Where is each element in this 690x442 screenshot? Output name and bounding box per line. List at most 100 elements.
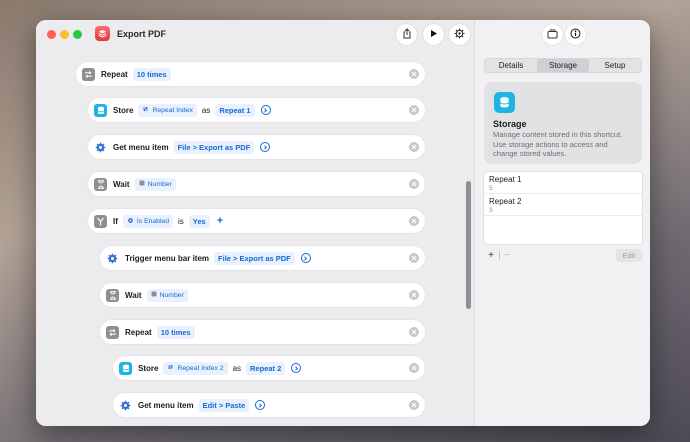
run-button[interactable] (423, 24, 444, 45)
actions-list[interactable]: Repeat 10 times Store Repeat Index as Re… (36, 50, 474, 426)
hourglass-icon (94, 177, 107, 191)
database-icon (94, 103, 107, 117)
repeat-count-token[interactable]: 10 times (132, 67, 171, 81)
add-condition-button[interactable]: + (217, 215, 223, 227)
storage-item[interactable]: Repeat 1 5 (484, 172, 642, 194)
minimize-window-button[interactable] (60, 30, 69, 39)
close-icon (411, 364, 417, 373)
action-store[interactable]: Store Repeat Index as Repeat 1 (88, 98, 425, 122)
delete-action-button[interactable] (409, 142, 419, 152)
action-label: Wait (125, 290, 142, 300)
variable-label: Repeat Index (152, 106, 193, 114)
close-icon (411, 106, 417, 115)
action-label: Get menu item (138, 400, 194, 410)
action-label: Store (138, 363, 159, 373)
repeat-index-variable[interactable]: Repeat Index (138, 103, 197, 117)
hourglass-icon (106, 288, 119, 302)
number-variable[interactable]: Number (146, 288, 188, 302)
close-window-button[interactable] (47, 30, 56, 39)
storage-target-token[interactable]: Repeat 1 (215, 103, 255, 117)
expand-button[interactable] (255, 400, 266, 410)
info-icon (570, 28, 581, 41)
delete-action-button[interactable] (409, 363, 419, 373)
repeat-icon (82, 67, 95, 81)
chevron-right-icon (303, 254, 308, 263)
repeat-count-token[interactable]: 10 times (156, 325, 195, 339)
delete-action-button[interactable] (409, 400, 419, 410)
menu-path-part: Paste (225, 400, 246, 410)
expand-button[interactable] (291, 363, 302, 373)
delete-action-button[interactable] (409, 105, 419, 115)
inspector-tabs: Details Storage Setup (484, 58, 642, 73)
chevron-right-icon (263, 143, 268, 152)
details-info-button[interactable] (565, 24, 586, 45)
storage-title: Storage (493, 119, 527, 129)
menu-path-part: Edit (202, 400, 217, 410)
as-label: as (201, 105, 211, 115)
expand-button[interactable] (260, 105, 271, 115)
storage-item-name: Repeat 1 (489, 175, 522, 184)
close-icon (411, 401, 417, 410)
repeat-index-variable[interactable]: Repeat Index 2 (163, 361, 228, 375)
tab-setup[interactable]: Setup (589, 59, 641, 72)
database-icon (494, 92, 515, 113)
gear-icon (106, 252, 119, 265)
menu-path-token[interactable]: File > Export as PDF (214, 251, 295, 265)
action-if[interactable]: If Is Enabled is Yes + (88, 209, 425, 233)
variable-label: Repeat Index 2 (177, 364, 224, 372)
vertical-scrollbar[interactable] (466, 181, 471, 309)
storage-list-footer: + − Edit (484, 249, 642, 263)
edit-storage-button[interactable]: Edit (616, 249, 642, 262)
number-icon (151, 291, 157, 299)
storage-item[interactable]: Repeat 2 3 (484, 194, 642, 216)
delete-action-button[interactable] (409, 69, 419, 79)
expand-button[interactable] (300, 253, 311, 263)
action-get-menu-item[interactable]: Get menu item File > Export as PDF (88, 135, 425, 159)
action-label: Repeat (101, 69, 128, 79)
close-icon (411, 254, 417, 263)
tab-details[interactable]: Details (485, 59, 537, 72)
editor-pane: Export PDF Repeat 10 times Store Repeat … (36, 20, 474, 426)
database-icon (119, 361, 132, 375)
shortcut-settings-button[interactable] (449, 24, 470, 45)
layers-icon (95, 26, 110, 41)
action-label: Repeat (125, 327, 152, 337)
action-repeat[interactable]: Repeat 10 times (100, 320, 425, 344)
delete-action-button[interactable] (409, 179, 419, 189)
chevron-right-icon (258, 401, 263, 410)
as-label: as (232, 363, 242, 373)
menu-path-token[interactable]: File > Export as PDF (173, 140, 255, 154)
zoom-window-button[interactable] (73, 30, 82, 39)
storage-item-value: 3 (489, 207, 493, 214)
inspector-pane: Details Storage Setup Storage Manage con… (474, 20, 650, 426)
add-storage-button[interactable]: + (485, 249, 497, 262)
condition-value-token[interactable]: Yes (188, 214, 210, 228)
is-enabled-variable[interactable]: Is Enabled (122, 214, 174, 228)
variable-label: Is Enabled (136, 217, 170, 225)
action-repeat[interactable]: Repeat 10 times (76, 62, 425, 86)
shortcut-window: Export PDF Repeat 10 times Store Repeat … (36, 20, 650, 426)
menu-path-token[interactable]: Edit > Paste (198, 398, 250, 412)
gear-icon (119, 399, 132, 412)
titlebar: Export PDF (36, 20, 474, 50)
variable-label: Number (147, 180, 172, 188)
close-icon (411, 180, 417, 189)
action-store[interactable]: Store Repeat Index 2 as Repeat 2 (113, 356, 425, 380)
settings-icon (454, 28, 465, 41)
action-trigger-menu-bar-item[interactable]: Trigger menu bar item File > Export as P… (100, 246, 425, 270)
action-wait[interactable]: Wait Number (100, 283, 425, 307)
storage-item-value: 5 (489, 185, 493, 192)
action-wait[interactable]: Wait Number (88, 172, 425, 196)
number-variable[interactable]: Number (134, 177, 176, 191)
expand-button[interactable] (260, 142, 271, 152)
storage-target-token[interactable]: Repeat 2 (246, 361, 286, 375)
delete-action-button[interactable] (409, 253, 419, 263)
delete-action-button[interactable] (409, 327, 419, 337)
action-get-menu-item[interactable]: Get menu item Edit > Paste (113, 393, 425, 417)
library-button[interactable] (542, 24, 563, 45)
delete-action-button[interactable] (409, 290, 419, 300)
delete-action-button[interactable] (409, 216, 419, 226)
tab-storage[interactable]: Storage (537, 59, 589, 72)
share-button[interactable] (396, 24, 417, 45)
remove-storage-button[interactable]: − (501, 249, 513, 262)
